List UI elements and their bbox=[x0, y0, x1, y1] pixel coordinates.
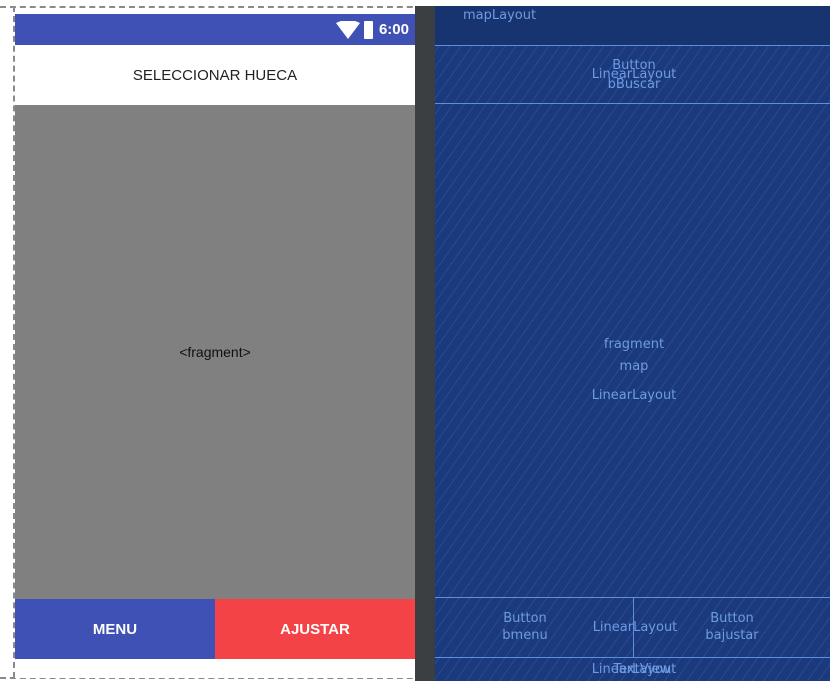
design-preview: 6:00 SELECCIONAR HUECA <fragment> MENU A… bbox=[15, 14, 415, 678]
battery-icon bbox=[363, 20, 373, 39]
blueprint-fragment-layout[interactable]: LinearLayout bbox=[585, 389, 683, 403]
fragment-label: <fragment> bbox=[179, 344, 251, 360]
blueprint-fragment-type[interactable]: fragment bbox=[585, 338, 683, 352]
blueprint-line bbox=[435, 103, 830, 104]
blueprint-bottom-layout-label[interactable]: LinearLayout bbox=[580, 621, 690, 635]
blueprint-line bbox=[435, 45, 830, 46]
page-title: SELECCIONAR HUECA bbox=[15, 45, 415, 105]
blueprint-footer-textview-label[interactable]: TextView bbox=[593, 663, 691, 677]
map-fragment-placeholder[interactable]: <fragment> bbox=[15, 105, 415, 599]
blueprint-line bbox=[435, 657, 830, 658]
wifi-icon bbox=[335, 20, 360, 39]
menu-button[interactable]: MENU bbox=[15, 599, 215, 659]
blueprint-fragment-id[interactable]: map bbox=[585, 360, 683, 374]
blueprint-menu-button-type[interactable]: Button bbox=[495, 612, 555, 626]
status-bar: 6:00 bbox=[15, 14, 415, 45]
blueprint-ajustar-button-id[interactable]: bajustar bbox=[697, 629, 767, 643]
blueprint-view: mapLayout Button LinearLayout bBuscar fr… bbox=[435, 6, 830, 681]
view-separator bbox=[415, 6, 435, 681]
blueprint-ajustar-button-type[interactable]: Button bbox=[697, 612, 767, 626]
blueprint-top-button-id[interactable]: bBuscar bbox=[585, 78, 683, 92]
blueprint-root-label: mapLayout bbox=[463, 8, 537, 23]
status-time: 6:00 bbox=[378, 21, 409, 38]
ajustar-button[interactable]: AJUSTAR bbox=[215, 599, 415, 659]
bottom-textview-area bbox=[15, 659, 415, 678]
blueprint-menu-button-id[interactable]: bmenu bbox=[495, 629, 555, 643]
